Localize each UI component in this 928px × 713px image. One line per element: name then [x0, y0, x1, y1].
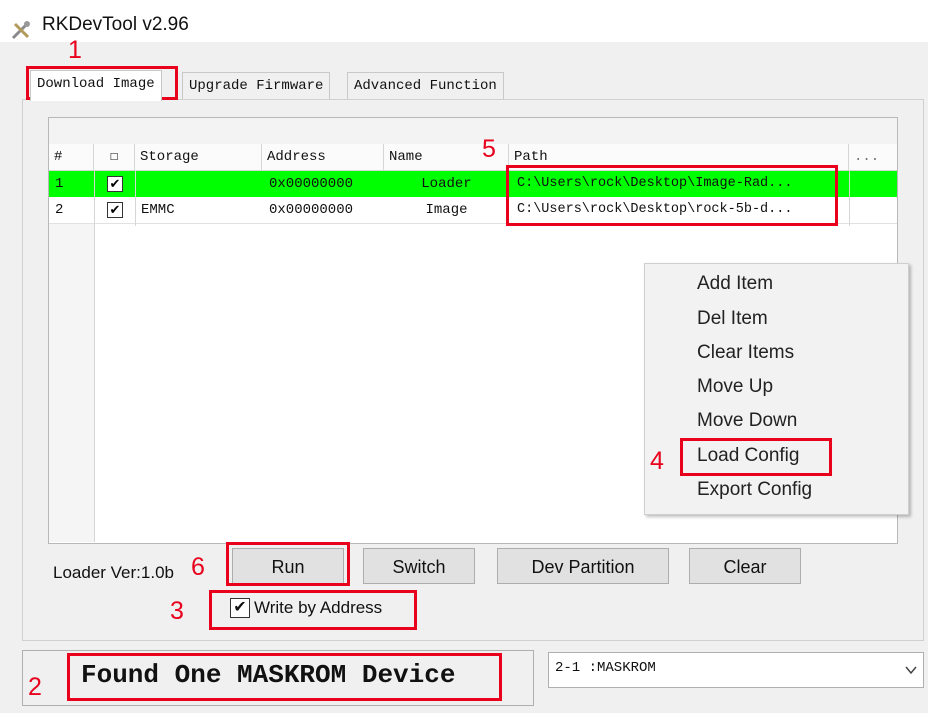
- col-index-header[interactable]: #: [49, 144, 94, 170]
- list-gutter: [49, 224, 95, 542]
- annotation-number: 4: [650, 447, 664, 475]
- annotation-box-path: [506, 165, 838, 226]
- clear-button[interactable]: Clear: [689, 548, 801, 584]
- annotation-number: 3: [170, 597, 184, 625]
- annotation-box-load-config: [680, 438, 832, 476]
- col-divider: [849, 170, 850, 226]
- window-title: RKDevTool v2.96: [42, 14, 189, 35]
- annotation-box-run: [226, 542, 350, 586]
- menu-item-move-down[interactable]: Move Down: [697, 410, 797, 432]
- annotation-number: 6: [191, 553, 205, 581]
- col-check-header[interactable]: ☐: [94, 144, 135, 170]
- title-bar: RKDevTool v2.96: [0, 0, 928, 42]
- row-storage: EMMC: [141, 202, 175, 218]
- col-storage-header[interactable]: Storage: [135, 144, 262, 170]
- row-storage: [141, 171, 259, 197]
- loader-version: Loader Ver:1.0b: [53, 563, 174, 582]
- row-index: 2: [55, 202, 64, 218]
- row-checkbox[interactable]: ✔: [107, 176, 123, 192]
- row-name: Loader: [421, 176, 472, 192]
- row-address: 0x00000000: [269, 176, 354, 192]
- annotation-number: 1: [68, 36, 82, 64]
- tab-advanced-function[interactable]: Advanced Function: [347, 72, 504, 99]
- context-menu: Add Item Del Item Clear Items Move Up Mo…: [644, 263, 909, 515]
- switch-button[interactable]: Switch: [363, 548, 475, 584]
- row-name: Image: [425, 202, 468, 218]
- dev-partition-button[interactable]: Dev Partition: [497, 548, 669, 584]
- row-index: 1: [55, 176, 64, 192]
- device-select[interactable]: 2-1 :MASKROM: [548, 652, 924, 688]
- col-divider: [135, 170, 136, 226]
- annotation-number: 2: [28, 673, 42, 701]
- menu-item-move-up[interactable]: Move Up: [697, 376, 773, 398]
- device-select-value: 2-1 :MASKROM: [555, 660, 656, 676]
- col-address-header[interactable]: Address: [262, 144, 384, 170]
- menu-item-add-item[interactable]: Add Item: [697, 273, 773, 295]
- annotation-box-status: [67, 653, 502, 701]
- menu-item-del-item[interactable]: Del Item: [697, 308, 768, 330]
- list-top-bar: [49, 118, 897, 145]
- row-address: 0x00000000: [269, 202, 354, 218]
- tab-download-image[interactable]: Download Image: [30, 70, 162, 101]
- tab-upgrade-firmware[interactable]: Upgrade Firmware: [182, 72, 331, 99]
- annotation-box-write-by-address: [209, 590, 417, 630]
- col-divider: [94, 170, 95, 226]
- menu-item-clear-items[interactable]: Clear Items: [697, 342, 794, 364]
- app-window: RKDevTool v2.96 Download Image Upgrade F…: [0, 0, 928, 713]
- menu-item-export-config[interactable]: Export Config: [697, 479, 812, 501]
- chevron-down-icon[interactable]: [905, 665, 917, 675]
- annotation-number: 5: [482, 135, 496, 163]
- tools-icon: [11, 21, 30, 40]
- row-checkbox[interactable]: ✔: [107, 202, 123, 218]
- col-more-header[interactable]: ...: [849, 144, 897, 170]
